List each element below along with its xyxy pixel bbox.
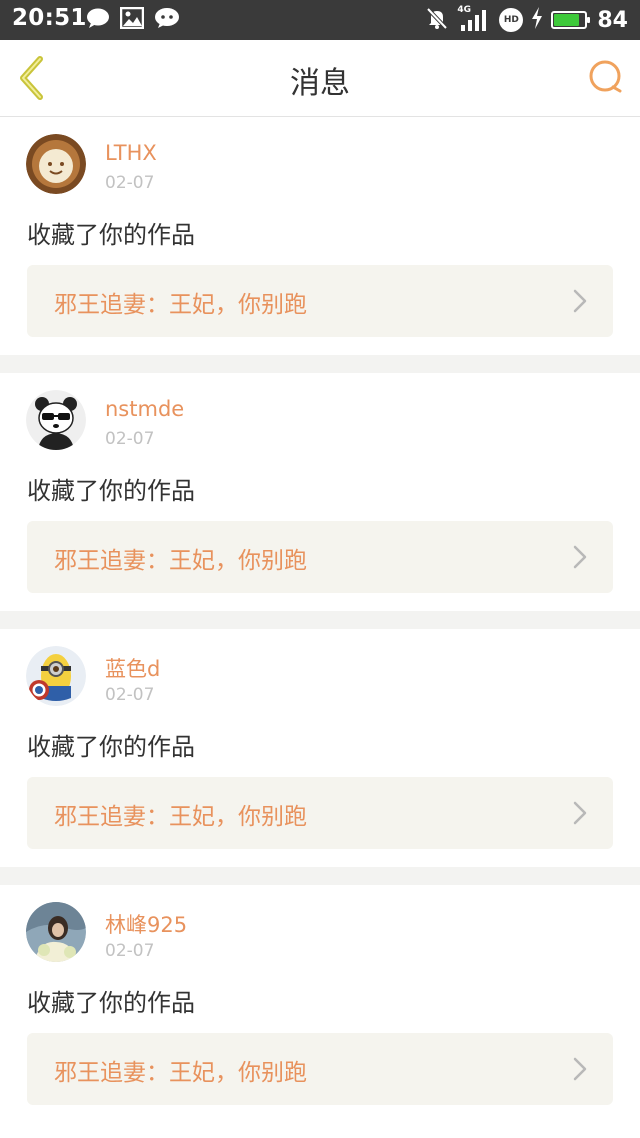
- work-title: 邪王追妻：王妃，你别跑: [54, 292, 307, 318]
- hd-label: HD: [503, 15, 519, 25]
- system-status: 4G HD 84: [425, 5, 628, 34]
- message-card: 蓝色d 02-07 收藏了你的作品 邪王追妻：王妃，你别跑: [0, 629, 640, 867]
- latte-art-avatar: [26, 134, 86, 194]
- message-card: LTHX 02-07 收藏了你的作品 邪王追妻：王妃，你别跑: [0, 117, 640, 355]
- minion-avatar: [26, 646, 86, 706]
- user-avatar[interactable]: [26, 902, 86, 962]
- battery-icon: [551, 11, 591, 29]
- card-separator: [0, 867, 640, 885]
- work-link[interactable]: 邪王追妻：王妃，你别跑: [27, 1033, 613, 1105]
- username[interactable]: 蓝色d: [105, 653, 160, 683]
- username[interactable]: LTHX: [105, 141, 157, 165]
- work-link[interactable]: 邪王追妻：王妃，你别跑: [27, 521, 613, 593]
- chevron-right-icon: [573, 801, 587, 825]
- work-title: 邪王追妻：王妃，你别跑: [54, 804, 307, 830]
- message-date: 02-07: [105, 173, 155, 193]
- chevron-right-icon: [573, 545, 587, 569]
- status-bar: 20:51 4G HD 84: [0, 0, 640, 40]
- message-list: LTHX 02-07 收藏了你的作品 邪王追妻：王妃，你别跑 nstmde 02…: [0, 117, 640, 1123]
- user-avatar[interactable]: [26, 646, 86, 706]
- action-text: 收藏了你的作品: [27, 221, 195, 249]
- message-date: 02-07: [105, 429, 155, 449]
- search-icon: [589, 60, 622, 93]
- battery-level: 84: [597, 7, 628, 33]
- app-header: 消息: [0, 40, 640, 117]
- work-title: 邪王追妻：王妃，你别跑: [54, 1060, 307, 1086]
- action-text: 收藏了你的作品: [27, 989, 195, 1017]
- message-icon: [154, 7, 180, 33]
- message-date: 02-07: [105, 685, 155, 705]
- page-title: 消息: [290, 66, 350, 101]
- action-text: 收藏了你的作品: [27, 477, 195, 505]
- image-icon: [119, 6, 145, 33]
- search-button[interactable]: [586, 58, 626, 98]
- status-time: 20:51: [12, 5, 87, 31]
- work-link[interactable]: 邪王追妻：王妃，你别跑: [27, 265, 613, 337]
- username[interactable]: nstmde: [105, 397, 184, 421]
- card-separator: [0, 355, 640, 373]
- photo-avatar: [26, 902, 86, 962]
- user-avatar[interactable]: [26, 390, 86, 450]
- user-avatar[interactable]: [26, 134, 86, 194]
- notification-icons: [86, 6, 180, 33]
- hd-icon: HD: [499, 8, 524, 32]
- chevron-right-icon: [573, 1057, 587, 1081]
- panda-avatar: [26, 390, 86, 450]
- card-separator: [0, 611, 640, 629]
- message-card: 林峰925 02-07 收藏了你的作品 邪王追妻：王妃，你别跑: [0, 885, 640, 1123]
- work-link[interactable]: 邪王追妻：王妃，你别跑: [27, 777, 613, 849]
- chevron-right-icon: [573, 289, 587, 313]
- action-text: 收藏了你的作品: [27, 733, 195, 761]
- mute-icon: [425, 6, 449, 34]
- username[interactable]: 林峰925: [105, 909, 187, 939]
- message-date: 02-07: [105, 941, 155, 961]
- chat-bubble-icon: [86, 7, 110, 33]
- charging-icon: [531, 7, 543, 33]
- battery-fill: [554, 14, 580, 26]
- work-title: 邪王追妻：王妃，你别跑: [54, 548, 307, 574]
- message-card: nstmde 02-07 收藏了你的作品 邪王追妻：王妃，你别跑: [0, 373, 640, 611]
- signal-4g-icon: 4G: [457, 5, 491, 33]
